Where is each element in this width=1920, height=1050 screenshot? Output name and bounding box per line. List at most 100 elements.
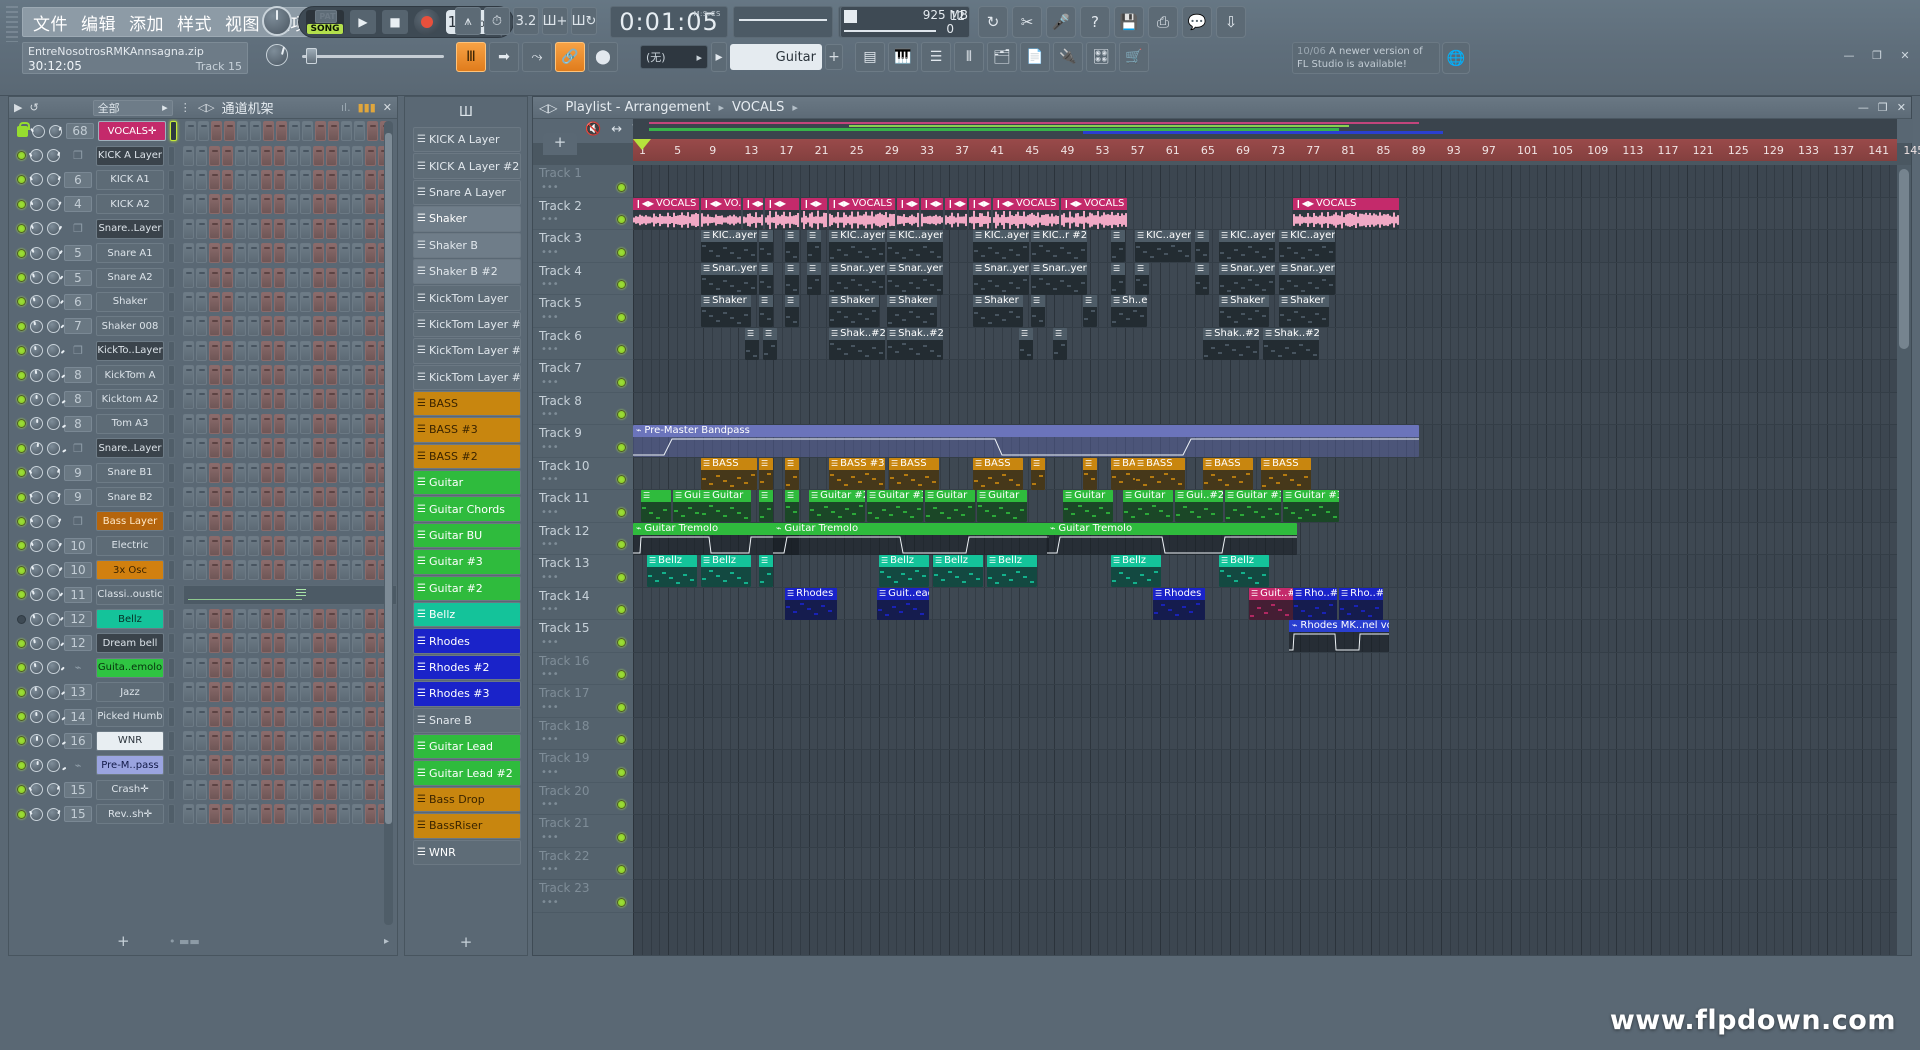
channel-row[interactable]: 6 KICK A1 (9, 168, 397, 192)
help-icon[interactable]: ? (1080, 6, 1110, 38)
track-led[interactable] (617, 800, 626, 809)
new-file-icon[interactable]: 📄 (1020, 42, 1050, 72)
step-button[interactable] (235, 706, 246, 727)
step-button[interactable] (300, 462, 311, 483)
step-button[interactable] (183, 779, 194, 800)
step-button[interactable] (196, 340, 207, 361)
step-button[interactable] (326, 779, 337, 800)
playlist-clip[interactable]: ☰ BASS #3 (829, 457, 885, 490)
step-button[interactable] (300, 413, 311, 434)
step-button[interactable] (326, 169, 337, 190)
playlist-clip[interactable]: ☰ Snar..yer (1279, 262, 1335, 295)
channel-row[interactable]: 8 KickTom A (9, 363, 397, 387)
step-button[interactable] (326, 194, 337, 215)
channel-volume-knob[interactable] (30, 417, 43, 431)
playlist-clip[interactable]: ☰ (1083, 295, 1097, 327)
step-button[interactable] (209, 169, 220, 190)
step-button[interactable] (313, 609, 324, 629)
playlist-clip[interactable]: ☰ Bellz (701, 555, 751, 587)
channel-led[interactable] (17, 346, 26, 356)
step-button[interactable] (261, 267, 272, 288)
playlist-clip[interactable]: ☰BASS (701, 457, 757, 490)
pattern-item[interactable]: ☰ KickTom Layer (413, 285, 521, 311)
channel-volume-knob[interactable] (30, 563, 43, 577)
playlist-clip[interactable]: ☰ Guitar (977, 490, 1027, 522)
download-icon[interactable]: ⇩ (1216, 6, 1246, 38)
channel-volume-knob[interactable] (30, 685, 43, 699)
playlist-clip[interactable]: ☰ Snar..yer (1031, 262, 1087, 295)
playlist-clip[interactable]: ❙◀▶ (765, 197, 799, 230)
step-button[interactable] (274, 194, 285, 215)
step-button[interactable] (183, 389, 194, 410)
playlist-clip[interactable]: ☰ (745, 327, 759, 360)
track-led[interactable] (617, 865, 626, 874)
step-button[interactable] (196, 291, 207, 312)
step-button[interactable] (235, 365, 246, 386)
maximize-button[interactable]: ❐ (1868, 46, 1886, 64)
channel-volume-knob[interactable] (28, 466, 43, 480)
step-button[interactable] (261, 194, 272, 215)
step-button[interactable] (339, 169, 350, 190)
channel-pan-knob[interactable] (47, 514, 61, 528)
channel-volume-knob[interactable] (28, 149, 43, 163)
channel-name-button[interactable]: Snare A2 (96, 267, 164, 288)
step-button[interactable] (365, 389, 376, 410)
step-button[interactable] (287, 755, 298, 776)
step-button[interactable] (367, 121, 378, 142)
effects-icon[interactable]: 🎛 (1086, 42, 1116, 72)
step-button[interactable] (261, 657, 272, 678)
channel-volume-knob[interactable] (30, 734, 43, 748)
track-options-icon[interactable]: ••• (541, 312, 559, 323)
step-button[interactable] (313, 389, 324, 410)
add-instrument-button[interactable]: + (825, 44, 843, 70)
step-button[interactable] (365, 511, 376, 532)
step-button[interactable] (183, 560, 194, 581)
playlist-track-header[interactable]: Track 7 ••• (533, 360, 633, 393)
step-button[interactable] (261, 316, 272, 337)
export-icon[interactable]: ⎙ (1148, 6, 1178, 38)
playlist-track-header[interactable]: Track 16 ••• (533, 653, 633, 685)
step-button[interactable] (222, 194, 233, 215)
step-button[interactable] (287, 462, 298, 483)
step-button[interactable] (326, 316, 337, 337)
resize-tool-icon[interactable]: ↔ (611, 122, 622, 137)
playlist-track-lane[interactable] (633, 653, 1897, 685)
layer-icon[interactable]: ❐ (64, 513, 92, 529)
playlist-track-header[interactable]: Track 14 ••• (533, 588, 633, 620)
step-button[interactable] (352, 657, 363, 678)
pattern-item[interactable]: ☰ Snare B (413, 707, 521, 733)
step-button[interactable] (339, 291, 350, 312)
playlist-clip[interactable]: ☰ (1111, 230, 1125, 262)
channel-mixer-number[interactable]: 12 (64, 635, 92, 652)
channel-mixer-number[interactable]: 16 (64, 732, 92, 749)
step-button[interactable] (274, 706, 285, 727)
step-button[interactable] (209, 413, 220, 434)
step-sequencer[interactable] (183, 779, 389, 800)
step-button[interactable] (313, 365, 324, 386)
playlist-minimize-button[interactable]: — (1858, 101, 1869, 114)
step-sequencer[interactable] (183, 682, 389, 703)
step-button[interactable] (326, 682, 337, 703)
step-button[interactable] (339, 730, 350, 751)
step-button[interactable] (287, 267, 298, 288)
step-button[interactable] (352, 560, 363, 581)
channel-name-button[interactable]: 3x Osc (96, 560, 164, 581)
step-button[interactable] (300, 633, 311, 654)
step-button[interactable] (313, 682, 324, 703)
rack-close-icon[interactable]: ✕ (383, 101, 392, 114)
playlist-close-button[interactable]: ✕ (1897, 101, 1906, 114)
playlist-clip[interactable]: ☰ Shak..#2 (887, 327, 943, 360)
playlist-clip[interactable]: ☰ (1135, 262, 1149, 295)
step-button[interactable] (209, 365, 220, 386)
track-options-icon[interactable]: ••• (541, 702, 559, 713)
step-button[interactable] (183, 291, 194, 312)
cut-icon[interactable]: ✂ (1012, 6, 1042, 38)
step-button[interactable] (352, 511, 363, 532)
track-led[interactable] (617, 767, 626, 777)
step-button[interactable] (287, 218, 298, 239)
channel-mixer-number[interactable]: 10 (64, 562, 92, 579)
step-button[interactable] (339, 560, 350, 581)
channel-row[interactable]: ⌁ Pre-M..pass (9, 753, 397, 777)
track-led[interactable] (617, 735, 626, 744)
pattern-item[interactable]: ☰ KickTom Layer #4 (413, 364, 521, 390)
